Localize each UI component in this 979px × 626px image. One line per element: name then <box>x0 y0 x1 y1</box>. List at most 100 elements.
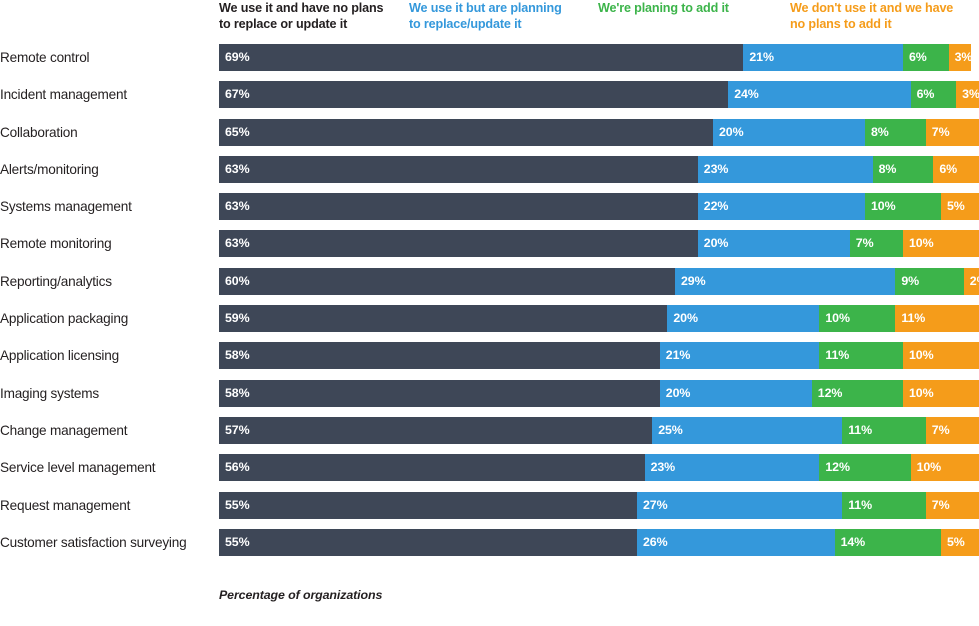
bar-segment-value: 67% <box>225 87 250 102</box>
legend-item-0: We use it and have no plans to replace or… <box>219 0 409 32</box>
bar-segment[interactable]: 5% <box>940 528 979 556</box>
bar-segment[interactable]: 6% <box>933 155 979 183</box>
bar-segment[interactable]: 10% <box>864 193 941 221</box>
bar-segment[interactable]: 3% <box>956 81 979 109</box>
stacked-bar: 60% 29% 9% 2% <box>219 267 979 295</box>
bar-segment[interactable]: 60% <box>219 267 675 295</box>
bar-segment[interactable]: 7% <box>925 118 979 146</box>
axis-caption: Percentage of organizations <box>219 588 383 602</box>
bar-segment[interactable]: 21% <box>743 44 903 71</box>
bar-segment-value: 11% <box>901 311 926 326</box>
bar-segment-value: 22% <box>703 199 729 214</box>
bar-segment[interactable]: 25% <box>652 416 843 444</box>
bar-segment-value: 26% <box>643 534 668 549</box>
bar-segment-value: 11% <box>848 497 873 512</box>
bar-segment[interactable]: 10% <box>902 342 979 370</box>
bar-segment-value: 6% <box>939 161 958 176</box>
bar-segment[interactable]: 12% <box>819 454 911 482</box>
bar-segment[interactable]: 29% <box>675 267 896 295</box>
bar-segment-value: 9% <box>901 273 920 288</box>
stacked-bar: 63% 23% 8% 6% <box>219 155 979 183</box>
bar-segment[interactable]: 10% <box>902 230 979 258</box>
bar-segment-value: 20% <box>665 385 691 400</box>
bar-segment[interactable]: 7% <box>849 230 903 258</box>
stacked-bar: 63% 20% 7% 10% <box>219 230 979 258</box>
bar-segment[interactable]: 8% <box>865 118 926 146</box>
bar-segment[interactable]: 56% <box>219 454 645 482</box>
bar-segment[interactable]: 20% <box>713 118 865 146</box>
row-label: Customer satisfaction surveying <box>0 534 187 550</box>
bar-segment[interactable]: 55% <box>219 491 637 519</box>
bar-segment-value: 21% <box>665 348 691 363</box>
bar-segment[interactable]: 11% <box>819 342 903 370</box>
bar-segment-value: 3% <box>954 50 973 64</box>
legend-item-3-line-1: no plans to add it <box>790 17 892 31</box>
bar-segment-value: 65% <box>225 124 250 139</box>
bar-segment[interactable]: 7% <box>925 416 979 444</box>
bar-segment[interactable]: 58% <box>219 342 660 370</box>
bar-segment-value: 23% <box>703 161 729 176</box>
bar-segment[interactable]: 6% <box>902 44 949 71</box>
bar-segment[interactable]: 63% <box>219 230 698 258</box>
bar-segment[interactable]: 59% <box>219 305 668 333</box>
bar-segment[interactable]: 69% <box>219 44 744 71</box>
stacked-bar: 65% 20% 8% 7% <box>219 118 979 146</box>
row-label: Reporting/analytics <box>0 273 112 289</box>
bar-segment-value: 10% <box>870 199 896 214</box>
bar-segment[interactable]: 65% <box>219 118 713 146</box>
bar-segment-value: 10% <box>825 311 850 326</box>
chart-row: Service level management 56% 23% 12% 10% <box>0 454 979 482</box>
bar-segment-value: 63% <box>225 161 250 176</box>
bar-segment[interactable]: 67% <box>219 81 729 109</box>
bar-segment[interactable]: 24% <box>728 81 911 109</box>
bar-segment[interactable]: 57% <box>219 416 653 444</box>
bar-segment-value: 6% <box>908 50 927 64</box>
chart-row: Imaging systems 58% 20% 12% 10% <box>0 379 979 407</box>
bar-segment-value: 11% <box>825 348 850 363</box>
bar-segment[interactable]: 63% <box>219 155 698 183</box>
bar-segment[interactable]: 10% <box>910 454 979 482</box>
bar-segment[interactable]: 20% <box>667 305 820 333</box>
bar-segment[interactable]: 23% <box>644 454 820 482</box>
row-label: Application licensing <box>0 348 119 364</box>
bar-segment[interactable]: 14% <box>834 528 941 556</box>
stacked-bar: 55% 27% 11% 7% <box>219 491 979 519</box>
bar-segment[interactable]: 20% <box>697 230 850 258</box>
bar-segment[interactable]: 12% <box>811 379 903 407</box>
chart-row: Alerts/monitoring 63% 23% 8% 6% <box>0 155 979 183</box>
stacked-bar: 67% 24% 6% 3% <box>219 81 979 109</box>
bar-segment[interactable]: 9% <box>895 267 964 295</box>
legend-item-0-line-1: to replace or update it <box>219 17 348 31</box>
bar-segment[interactable]: 8% <box>872 155 934 183</box>
bar-segment-value: 23% <box>650 460 676 475</box>
bar-segment[interactable]: 55% <box>219 528 637 556</box>
bar-segment[interactable]: 2% <box>963 267 979 295</box>
bar-segment[interactable]: 23% <box>697 155 873 183</box>
bar-segment[interactable]: 3% <box>948 44 973 71</box>
bar-segment[interactable]: 27% <box>637 491 843 519</box>
row-label: Change management <box>0 422 128 438</box>
bar-segment-value: 63% <box>225 236 250 251</box>
bar-segment[interactable]: 11% <box>842 491 926 519</box>
chart-row: Incident management 67% 24% 6% 3% <box>0 81 979 109</box>
stacked-bar-chart: We use it and have no plans to replace or… <box>0 0 979 626</box>
bar-segment[interactable]: 11% <box>842 416 926 444</box>
bar-segment-value: 56% <box>225 460 250 475</box>
bar-segment[interactable]: 26% <box>637 528 835 556</box>
bar-segment[interactable]: 58% <box>219 379 660 407</box>
bar-segment[interactable]: 10% <box>819 305 896 333</box>
bar-segment[interactable]: 11% <box>895 305 979 333</box>
bar-segment[interactable]: 6% <box>910 81 957 109</box>
bar-segment[interactable]: 5% <box>940 193 979 221</box>
stacked-bar: 55% 26% 14% 5% <box>219 528 979 556</box>
stacked-bar: 58% 21% 11% 10% <box>219 342 979 370</box>
bar-segment[interactable]: 21% <box>659 342 820 370</box>
row-label: Remote control <box>0 50 90 65</box>
bar-segment[interactable]: 22% <box>697 193 865 221</box>
bar-segment[interactable]: 10% <box>902 379 979 407</box>
bar-segment[interactable]: 20% <box>659 379 812 407</box>
bar-segment-value: 21% <box>749 50 774 64</box>
bar-segment[interactable]: 7% <box>925 491 979 519</box>
bar-segment-value: 12% <box>817 385 843 400</box>
bar-segment[interactable]: 63% <box>219 193 698 221</box>
